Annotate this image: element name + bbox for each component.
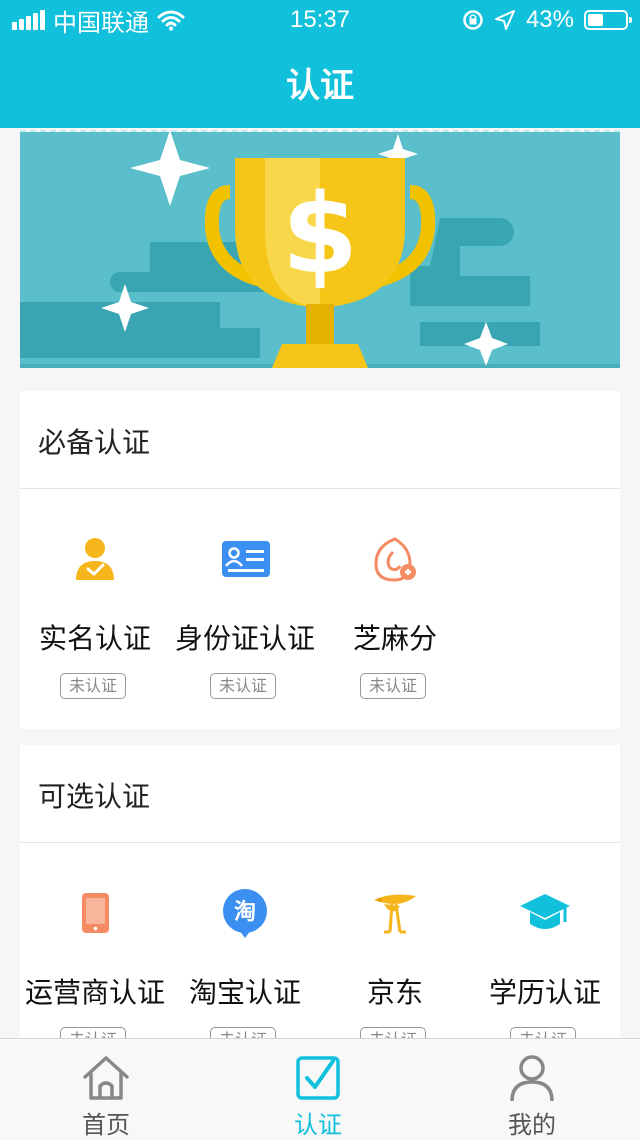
- jd-logo-icon: [374, 894, 416, 934]
- id-card-item[interactable]: 身份证认证 未认证: [170, 489, 320, 729]
- trophy-banner-illustration: $: [20, 132, 620, 368]
- user-icon: [510, 1055, 554, 1102]
- optional-grid: 运营商认证 未认证 淘 淘宝认证 未认证 京东 未认证: [20, 843, 620, 1038]
- tab-certification[interactable]: 认证: [258, 1039, 378, 1139]
- taobao-icon-text: 淘: [234, 899, 256, 925]
- check-square-icon: [296, 1056, 340, 1100]
- graduation-cap-icon: [520, 894, 570, 929]
- tab-bar: 首页 认证 我的: [0, 1038, 640, 1139]
- person-check-icon: [76, 538, 114, 580]
- id-card-icon: [222, 541, 270, 577]
- section-title: 必备认证: [38, 426, 151, 459]
- section-header: 可选认证: [20, 745, 620, 843]
- education-item[interactable]: 学历认证 未认证: [470, 843, 620, 1038]
- battery-icon: [584, 10, 632, 30]
- status-badge: 未认证: [210, 673, 276, 699]
- tab-label: 认证: [294, 1111, 342, 1139]
- status-badge: 未认证: [60, 673, 126, 699]
- phone-icon: [82, 893, 109, 933]
- page-title: 认证: [286, 66, 354, 106]
- required-certification-card: 必备认证 实名认证 未认证 身份证认证 未认证 芝麻分 未认证: [20, 391, 620, 729]
- required-grid: 实名认证 未认证 身份证认证 未认证 芝麻分 未认证: [20, 489, 620, 729]
- status-badge: 未认证: [360, 1027, 426, 1038]
- rotation-lock-icon: [463, 10, 483, 30]
- status-right: 43%: [462, 6, 632, 34]
- item-label: 学历认证: [488, 976, 601, 1009]
- battery-level-fill: [588, 14, 603, 26]
- sesame-credit-item[interactable]: 芝麻分 未认证: [320, 489, 470, 729]
- svg-text:$: $: [282, 170, 359, 298]
- nav-bar: 认证: [0, 40, 640, 128]
- status-badge: 未认证: [360, 673, 426, 699]
- status-badge: 未认证: [510, 1027, 576, 1038]
- battery-percent: 43%: [525, 6, 574, 33]
- tab-mine[interactable]: 我的: [472, 1039, 592, 1139]
- section-title: 可选认证: [38, 780, 151, 813]
- item-label: 芝麻分: [352, 622, 437, 655]
- tab-label: 首页: [82, 1111, 130, 1139]
- real-name-item[interactable]: 实名认证 未认证: [20, 489, 170, 729]
- carrier-item[interactable]: 运营商认证 未认证: [20, 843, 170, 1038]
- status-badge: 未认证: [210, 1027, 276, 1038]
- trophy-banner: $: [20, 130, 620, 368]
- tab-home[interactable]: 首页: [46, 1039, 166, 1139]
- taobao-item[interactable]: 淘 淘宝认证 未认证: [170, 843, 320, 1038]
- sesame-credit-icon: [374, 537, 416, 582]
- optional-certification-card: 可选认证 运营商认证 未认证 淘 淘宝认证 未认证: [20, 745, 620, 1038]
- jd-item[interactable]: 京东 未认证: [320, 843, 470, 1038]
- home-icon: [83, 1056, 129, 1100]
- taobao-icon: 淘: [223, 889, 267, 938]
- status-bar: 中国联通 15:37 43%: [0, 0, 640, 40]
- location-arrow-icon: [494, 10, 515, 30]
- status-badge: 未认证: [60, 1027, 126, 1038]
- tab-label: 我的: [508, 1111, 556, 1139]
- section-header: 必备认证: [20, 391, 620, 489]
